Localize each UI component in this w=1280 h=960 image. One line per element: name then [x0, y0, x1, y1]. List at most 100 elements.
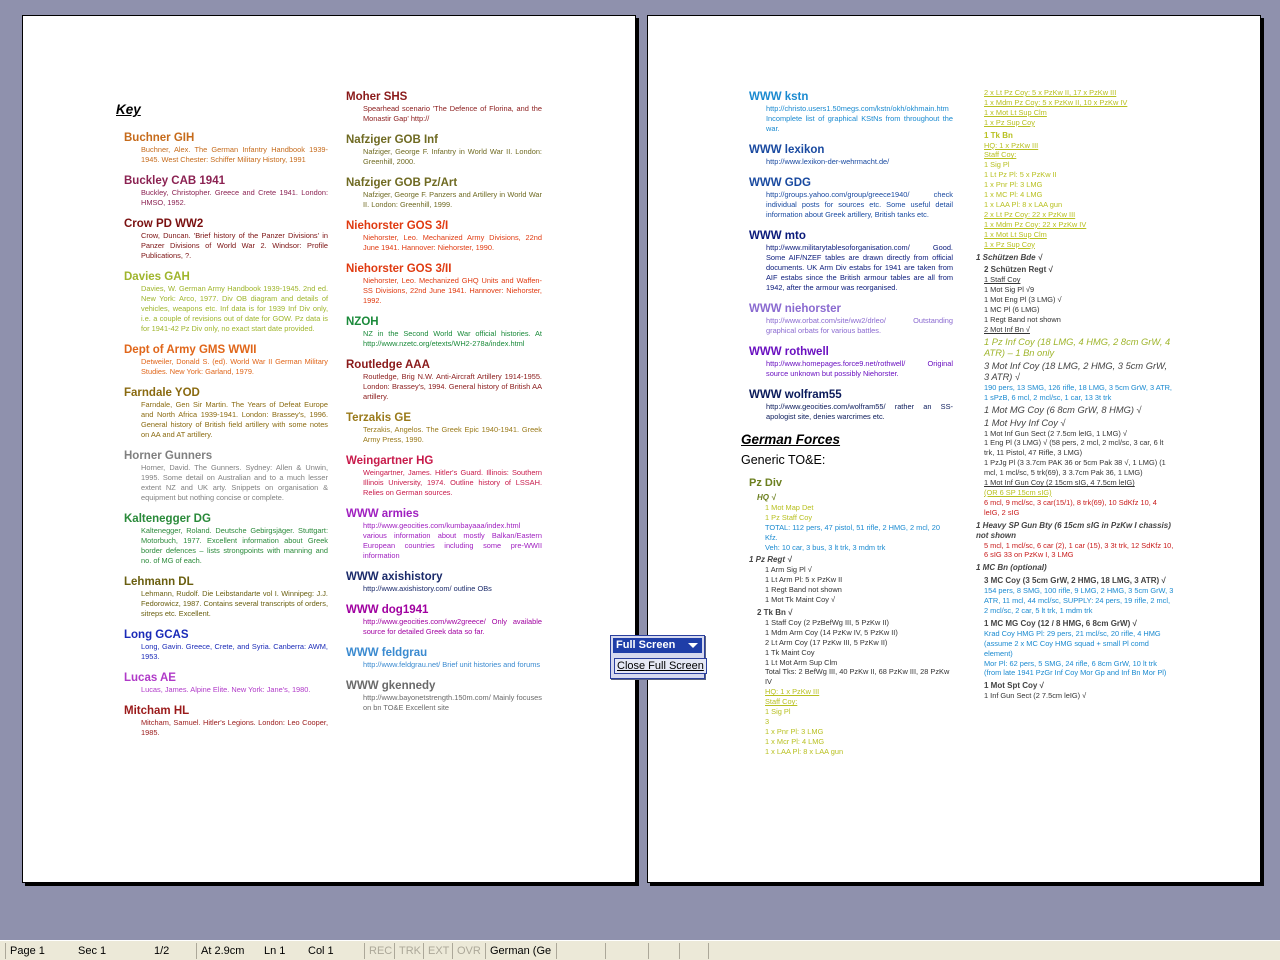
toe-line: 1 Regt Band not shown — [765, 585, 842, 595]
reference-entry: Niehorster GOS 3/II Niehorster, Leo. Mech… — [346, 262, 542, 306]
toe-line: 1 Lt Mot Arm Sup Clm — [765, 657, 838, 667]
toe-line: 1 x LAA Pl: 8 x LAA gun — [984, 199, 1063, 209]
reference-entry: Niehorster GOS 3/I Niehorster, Leo. Mecha… — [346, 219, 542, 253]
toe-line: 3 Mot Inf Coy (18 LMG, 2 HMG, 3 5cm GrW,… — [984, 360, 1170, 382]
reference-entry: Moher SHS Spearhead scenario 'The Defence… — [346, 90, 542, 124]
reference-body: Farndale, Gen Sir Martin. The Years of D… — [141, 400, 328, 439]
reference-body: Long, Gavin. Greece, Crete, and Syria. C… — [141, 642, 328, 661]
toe-line: 1 x Mcr Pl: 4 LMG — [765, 736, 825, 746]
reference-body: http://www.orbat.com/site/ww2/drleo/ Out… — [766, 316, 953, 335]
toe-line: 1 MC Pl (6 LMG) — [984, 305, 1040, 315]
toe-line: 3 — [765, 716, 770, 726]
status-trk[interactable]: TRK — [394, 943, 423, 959]
reference-entry: WWW axishistory http://www.axishistory.co… — [346, 570, 542, 594]
toe-line: HQ: 1 x PzKw III — [765, 687, 820, 697]
page1-column-1: Key Buchner GIH Buchner, Alex. The German… — [116, 102, 328, 747]
reference-entry: WWW kstn http://christo.users1.50megs.com… — [749, 90, 953, 134]
status-ovr[interactable]: OVR — [452, 943, 484, 959]
full-screen-toolbar[interactable]: Full Screen Close Full Screen — [610, 635, 707, 679]
status-page: Page 1 — [5, 943, 72, 959]
status-column: Col 1 — [308, 945, 334, 957]
reference-title: WWW gkennedy — [346, 680, 436, 692]
toe-line: 1 MC MG Coy (12 / 8 HMG, 6 8cm GrW) √ — [984, 618, 1137, 628]
reference-entry: Farndale YOD Farndale, Gen Sir Martin. Th… — [124, 386, 328, 440]
reference-entry: Routledge AAA Routledge, Brig N.W. Anti-A… — [346, 358, 542, 402]
reference-body: Crow, Duncan. 'Brief history of the Panz… — [141, 231, 328, 260]
toe-line: (from late 1941 PzGr Inf Coy Mor Gp and … — [984, 668, 1167, 678]
toe-line: 1 Mot Sig Pl √9 — [984, 285, 1035, 295]
reference-entry: Long GCAS Long, Gavin. Greece, Crete, and… — [124, 628, 328, 662]
reference-body: http://www.geocities.com/wolfram55/ rath… — [766, 402, 953, 421]
reference-title: Crow PD WW2 — [124, 218, 204, 230]
toe-line: 1 Mot Inf Gun Coy (2 15cm sIG, 4 7.5cm l… — [984, 478, 1135, 488]
toe-line: 1 x Mot Lt Sup Clm — [984, 229, 1047, 239]
toe-line: 1 Staff Coy (2 PzBefWg III, 5 PzKw II) — [765, 617, 889, 627]
generic-toe-label: Generic TO&E: — [741, 453, 826, 467]
status-rec[interactable]: REC — [364, 943, 394, 959]
toe-line: 6 mcl, 9 mcl/sc, 3 car(15/1), 8 trk(69),… — [984, 497, 1159, 517]
toe-line: 1 Mdm Arm Coy (14 PzKw IV, 5 PzKw II) — [765, 627, 898, 637]
document-page-2: WWW kstn http://christo.users1.50megs.com… — [647, 15, 1261, 883]
toe-line: 1 x Mdm Pz Coy: 22 x PzKw IV — [984, 219, 1087, 229]
reference-body: Buchner, Alex. The German Infantry Handb… — [141, 145, 328, 164]
toe-line: 1 x Pnr Pl: 3 LMG — [765, 726, 824, 736]
reference-title: WWW armies — [346, 508, 419, 520]
status-empty-4 — [679, 943, 709, 959]
status-line: Ln 1 — [264, 945, 286, 957]
status-ext[interactable]: EXT — [423, 943, 452, 959]
status-page-count: 1/2 — [154, 945, 170, 957]
reference-body: http://christo.users1.50megs.com/kstn/ok… — [766, 104, 953, 133]
toe-line: 1 Pz Regt √ — [749, 555, 792, 565]
status-language[interactable]: German (Ge — [485, 943, 555, 959]
toe-line: Staff Coy: — [984, 150, 1017, 160]
reference-title: Mitcham HL — [124, 705, 190, 717]
reference-entry: Crow PD WW2 Crow, Duncan. 'Brief history … — [124, 217, 328, 261]
reference-entry: Nafziger GOB Pz/Art Nafziger, George F. P… — [346, 176, 542, 210]
reference-entry: WWW gkennedy http://www.bayonetstrength.1… — [346, 679, 542, 713]
toe-line: Krad Coy HMG Pl: 29 pers, 21 mcl/sc, 20 … — [984, 628, 1163, 658]
reference-entry: WWW wolfram55 http://www.geocities.com/wo… — [749, 388, 953, 422]
page2-column-2: 2 x Lt Pz Coy: 5 x PzKw II, 17 x PzKw II… — [976, 88, 1174, 701]
reference-body: Mitcham, Samuel. Hitler's Legions. Londo… — [141, 718, 328, 737]
reference-body: http://groups.yahoo.com/group/greece1940… — [766, 190, 953, 219]
dropdown-arrow-icon[interactable] — [688, 643, 698, 648]
toolbar-title-label: Full Screen — [616, 639, 676, 651]
toe-line: 1 Mot Map Det — [765, 502, 814, 512]
toe-line: 1 Mot Inf Gun Sect (2 7.5cm leIG, 1 LMG)… — [984, 428, 1127, 438]
reference-body: NZ in the Second World War official hist… — [363, 329, 542, 348]
reference-body: http://www.lexikon-der-wehrmacht.de/ — [766, 157, 890, 166]
status-bar: Page 1 Sec 1 1/2 At 2.9cm Ln 1 Col 1 REC… — [0, 940, 1280, 960]
reference-title: Long GCAS — [124, 629, 189, 641]
pz-div-heading: Pz Div — [749, 477, 783, 489]
page1-column-2: Moher SHS Spearhead scenario 'The Defence… — [346, 90, 542, 722]
reference-title: Buchner GIH — [124, 132, 195, 144]
reference-entry: WWW dog1941 http://www.geocities.com/ww2g… — [346, 603, 542, 637]
reference-body: Kaltenegger, Roland. Deutsche Gebirgsjäg… — [141, 526, 328, 565]
toe-line: 1 Schützen Bde √ — [976, 252, 1043, 262]
toe-line: 2 Schützen Regt √ — [984, 265, 1053, 275]
toe-line: 1 x Mdm Pz Coy: 5 x PzKw II, 10 x PzKw I… — [984, 97, 1128, 107]
toe-line: 1 PzJg Pl (3 3.7cm PAK 36 or 5cm Pak 38 … — [984, 458, 1168, 478]
reference-title: Horner Gunners — [124, 450, 213, 462]
reference-body: http://www.feldgrau.net/ Brief unit hist… — [363, 660, 541, 669]
reference-title: Lehmann DL — [124, 576, 194, 588]
reference-title: Buckley CAB 1941 — [124, 175, 225, 187]
toe-line: 1 x Mot Lt Sup Clm — [984, 107, 1047, 117]
reference-title: WWW niehorster — [749, 303, 841, 315]
toolbar-title[interactable]: Full Screen — [613, 638, 702, 653]
reference-body: Terzakis, Angelos. The Greek Epic 1940-1… — [363, 425, 542, 444]
reference-entry: WWW lexikon http://www.lexikon-der-wehrma… — [749, 143, 953, 167]
toe-line: 1 Lt Arm Pl: 5 x PzKw II — [765, 575, 843, 585]
toe-line: 154 pers, 8 SMG, 100 rifle, 9 LMG, 2 HMG… — [984, 586, 1176, 615]
close-full-screen-button[interactable]: Close Full Screen — [614, 658, 707, 674]
reference-title: WWW dog1941 — [346, 604, 429, 616]
reference-entry: Terzakis GE Terzakis, Angelos. The Greek … — [346, 411, 542, 445]
toe-line: 2 x Lt Pz Coy: 22 x PzKw III — [984, 209, 1076, 219]
reference-title: Davies GAH — [124, 271, 190, 283]
toe-line: 2 Tk Bn √ — [757, 607, 793, 617]
reference-entry: WWW feldgrau http://www.feldgrau.net/ Bri… — [346, 646, 542, 670]
reference-entry: Buckley CAB 1941 Buckley, Christopher. Gr… — [124, 174, 328, 208]
toe-line: 3 MC Coy (3 5cm GrW, 2 HMG, 18 LMG, 3 AT… — [984, 576, 1166, 586]
toe-line: Mor Pl: 62 pers, 5 SMG, 24 rifle, 6 8cm … — [984, 658, 1157, 668]
toe-line: 1 x Pz Sup Coy — [984, 239, 1035, 249]
